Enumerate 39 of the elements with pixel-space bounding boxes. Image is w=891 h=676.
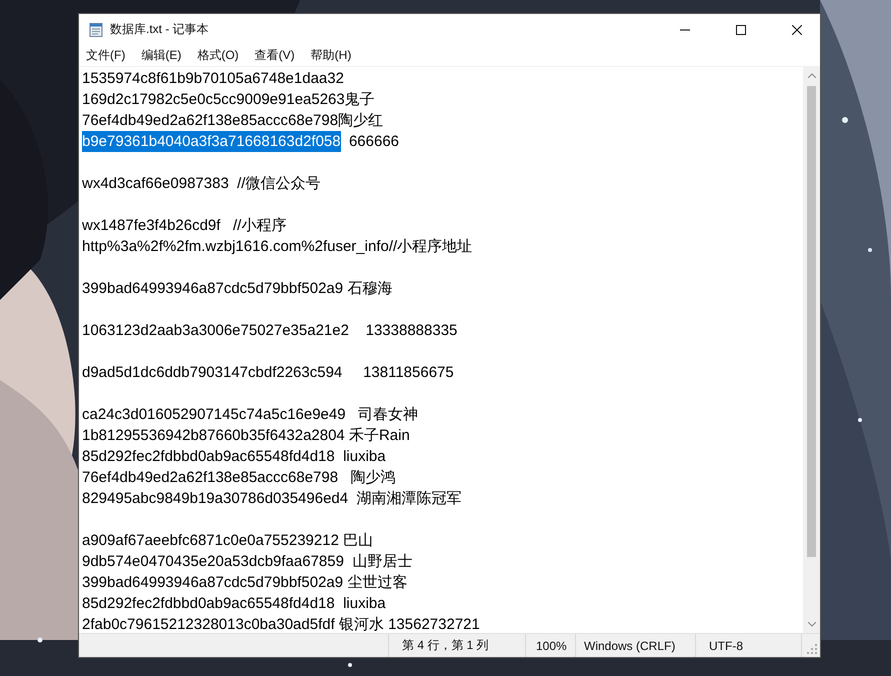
text-line: 9db574e0470435e20a53dcb9faa67859 山野居士 [82,552,412,572]
text-line: 85d292fec2fdbbd0ab9ac65548fd4d18 liuxiba [82,447,386,467]
text-line: d9ad5d1dc6ddb7903147cbdf2263c594 13811856675 [82,363,454,383]
text-line: wx1487fe3f4b26cd9f //小程序 [82,216,286,236]
text-line: wx4d3caf66e0987383 //微信公众号 [82,174,320,194]
menu-item[interactable]: 文件(F) [86,47,126,64]
scroll-up-icon[interactable] [808,73,816,78]
text-line: 169d2c17982c5e0c5cc9009e91ea5263鬼子 [82,90,375,110]
text-line: 829495abc9849b19a30786d035496ed4 湖南湘潭陈冠军 [82,489,462,509]
status-text: Windows (CRLF) [576,634,696,657]
text-line: 399bad64993946a87cdc5d79bbf502a9 尘世过客 [82,573,408,593]
text-line: http%3a%2f%2fm.wzbj1616.com%2fuser_info//小程序地址 [82,237,472,257]
text-line: ca24c3d016052907145c74a5c16e9e49 司春女神 [82,405,418,425]
menu-item[interactable]: 帮助(H) [310,47,352,64]
text-line: 1063123d2aab3a3006e75027e35a21e2 13338888335 [82,321,458,341]
menu-item[interactable]: 编辑(E) [141,47,182,64]
close-icon[interactable] [792,24,802,34]
scroll-thumb[interactable] [807,86,816,557]
maximize-icon[interactable] [736,24,746,34]
text-line: 1535974c8f61b9b70105a6748e1daa32 [82,69,344,89]
text-line: a909af67aeebfc6871c0e0a755239212 巴山 [82,531,374,551]
scrollbar[interactable] [803,67,820,633]
menu-item[interactable]: 查看(V) [254,47,295,64]
text-line: 2fab0c79615212328013c0ba30ad5fdf 银河水 13562732721 [82,615,480,633]
text-line: 1b81295536942b87660b35f6432a2804 禾子Rain [82,426,410,446]
window-title: 数据库.txt - 记事本 [110,21,209,38]
menu-item[interactable]: 格式(O) [197,47,239,64]
status-text: 100% [526,634,576,657]
scroll-down-icon[interactable] [808,622,816,627]
status-text: 第 4 行，第 1 列 [389,634,526,657]
resize-grip-icon[interactable] [807,644,817,654]
text-line: 85d292fec2fdbbd0ab9ac65548fd4d18 liuxiba [82,594,386,614]
notepad-icon [88,22,104,38]
text-line: 399bad64993946a87cdc5d79bbf502a9 石穆海 [82,279,392,299]
text-line: 666666 [348,132,399,152]
text-line: 76ef4db49ed2a62f138e85accc68e798陶少红 [82,111,384,131]
selected-text: b9e79361b4040a3f3a71668163d2f058 [82,131,341,152]
text-line: 76ef4db49ed2a62f138e85accc68e798 陶少鸿 [82,468,396,488]
status-text: UTF-8 [696,634,802,657]
